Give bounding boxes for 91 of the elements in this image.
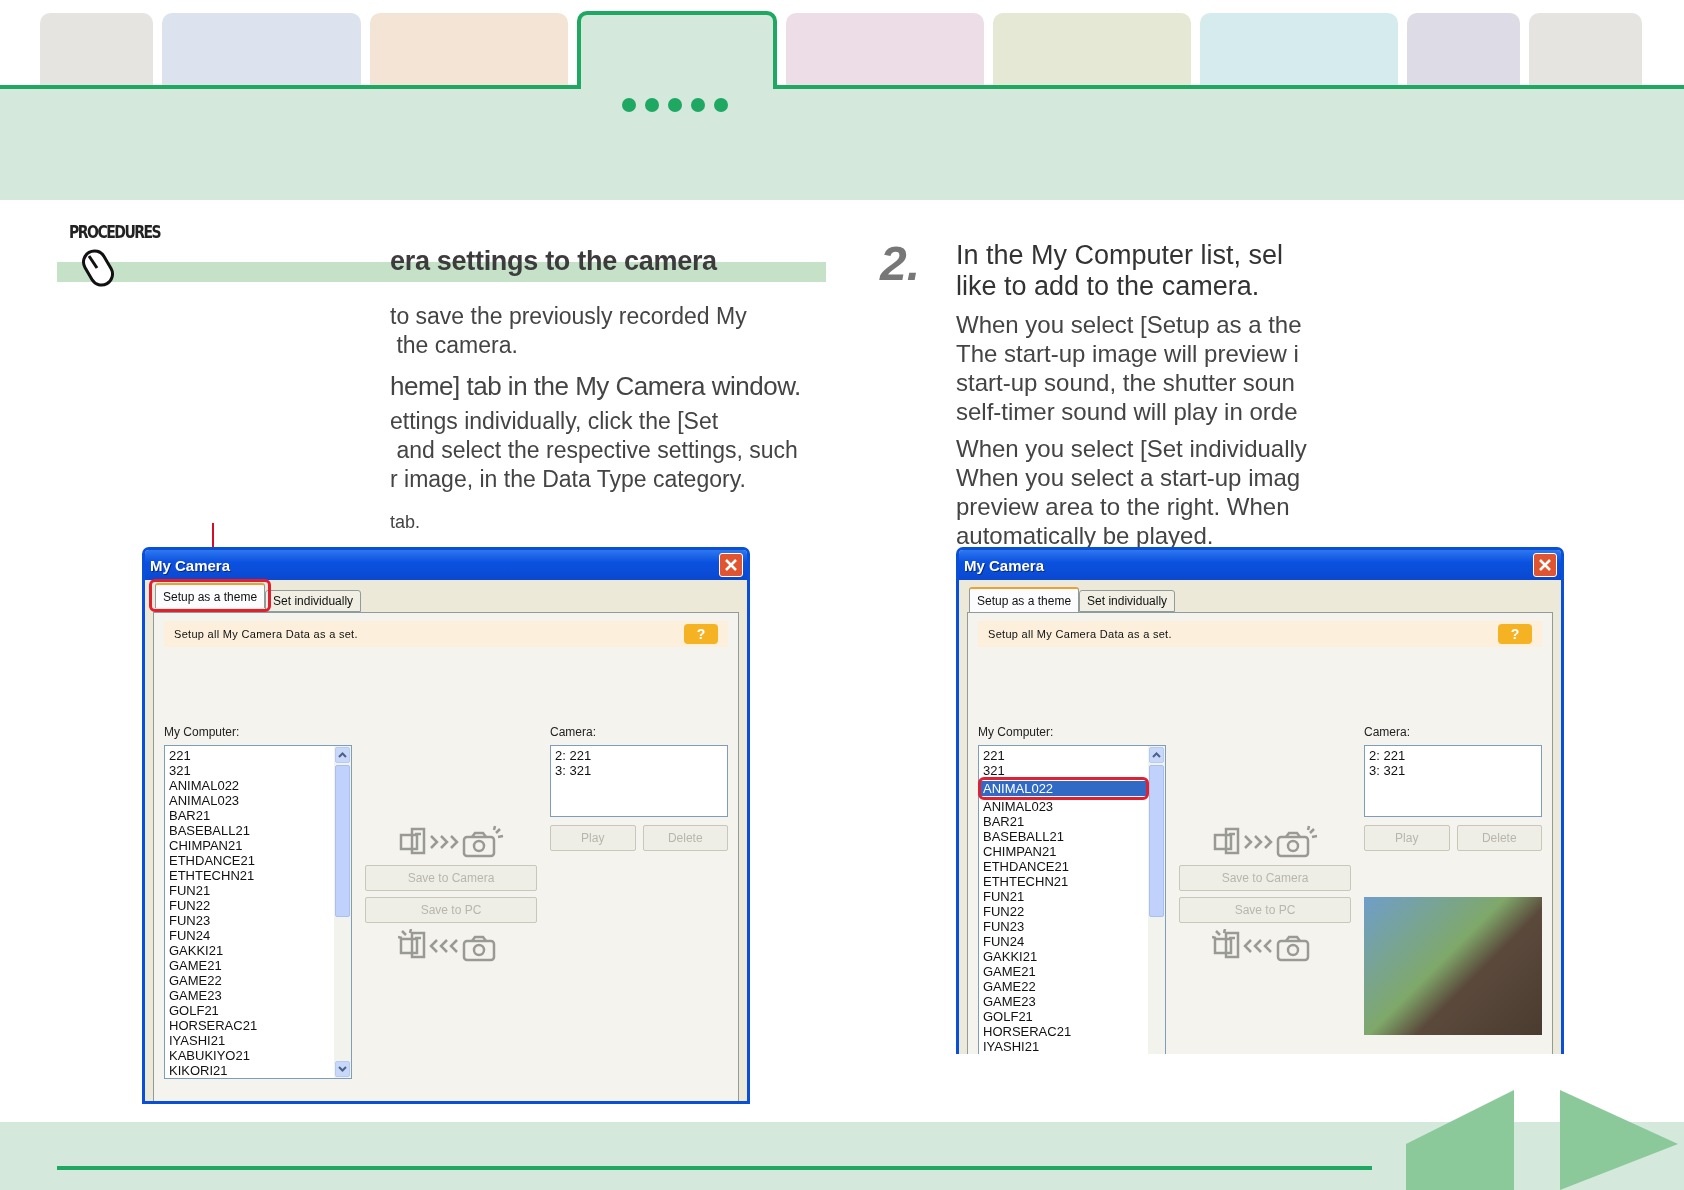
info-text: Setup all My Camera Data as a set. xyxy=(174,628,358,640)
page-dots-icon xyxy=(621,97,731,113)
nav-tab[interactable] xyxy=(786,13,984,85)
nav-tab[interactable] xyxy=(577,11,777,89)
nav-tab[interactable] xyxy=(993,13,1191,85)
list-item[interactable]: GAKKI21 xyxy=(981,949,1146,964)
step-number: 2. xyxy=(880,240,922,292)
list-item[interactable]: GAME23 xyxy=(981,994,1146,1009)
nav-tab[interactable] xyxy=(1407,13,1520,85)
nav-tab[interactable] xyxy=(1529,13,1642,85)
list-item[interactable]: ETHTECHN21 xyxy=(981,874,1146,889)
scrollbar[interactable] xyxy=(1148,746,1165,1054)
list-item[interactable]: 321 xyxy=(167,763,332,778)
nav-tab[interactable] xyxy=(40,13,153,85)
list-item[interactable]: FUN23 xyxy=(981,919,1146,934)
list-item[interactable]: FUN21 xyxy=(981,889,1146,904)
list-item[interactable]: CHIMPAN21 xyxy=(981,844,1146,859)
list-item[interactable]: KABUKIYO21 xyxy=(167,1048,332,1063)
list-item[interactable]: GOLF21 xyxy=(981,1009,1146,1024)
list-label: My Computer: xyxy=(164,725,241,739)
close-button[interactable] xyxy=(1533,553,1557,577)
list-item[interactable]: 2: 221 xyxy=(555,748,723,763)
list-item[interactable]: ANIMAL022 xyxy=(981,781,1146,796)
list-item[interactable]: GOLF21 xyxy=(167,1003,332,1018)
tab[interactable]: Setup as a theme xyxy=(155,583,266,608)
list-item[interactable]: 3: 321 xyxy=(1369,763,1537,778)
chevron-up-icon xyxy=(1152,752,1161,758)
list-item[interactable]: ANIMAL022 xyxy=(167,778,332,793)
step-title: In the My Computer list, sel like to add to the camera. xyxy=(956,240,1285,302)
list-item[interactable]: GAME21 xyxy=(981,964,1146,979)
list-item[interactable]: HORSERAC21 xyxy=(167,1018,332,1033)
list-item[interactable]: ETHDANCE21 xyxy=(167,853,332,868)
list-label: My Computer: xyxy=(978,725,1055,739)
list-item[interactable]: 221 xyxy=(167,748,332,763)
list-item[interactable]: FUN24 xyxy=(167,928,332,943)
close-icon xyxy=(1538,558,1552,572)
list-item[interactable]: FUN23 xyxy=(167,913,332,928)
step-text: When you select [Setup as a the The start-up image will preview i start-up sound, the shutter soun self-timer sound will play in orde xyxy=(956,310,1303,426)
list-item[interactable]: GAME22 xyxy=(167,973,332,988)
nav-tab[interactable] xyxy=(370,13,568,85)
list-item[interactable]: FUN22 xyxy=(981,904,1146,919)
scrollbar[interactable] xyxy=(334,746,351,1078)
list-item[interactable]: 2: 221 xyxy=(1369,748,1537,763)
chevron-up-icon xyxy=(338,752,347,758)
list-item[interactable]: ETHDANCE21 xyxy=(981,859,1146,874)
nav-tab[interactable] xyxy=(162,13,361,85)
list-item[interactable]: 221 xyxy=(981,748,1146,763)
window-title: My Camera xyxy=(150,556,231,574)
scroll-up-button[interactable] xyxy=(335,747,350,763)
chevron-down-icon xyxy=(338,1066,347,1072)
list-item[interactable]: BAR21 xyxy=(167,808,332,823)
step-title: heme] tab in the My Camera window. xyxy=(390,372,802,401)
list-item[interactable]: BAR21 xyxy=(981,814,1146,829)
computer-to-camera-icon xyxy=(398,825,504,859)
list-item[interactable]: ANIMAL023 xyxy=(981,799,1146,814)
nav-tab[interactable] xyxy=(1200,13,1398,85)
list-item[interactable]: HORSERAC21 xyxy=(981,1024,1146,1039)
scroll-down-button[interactable] xyxy=(335,1061,350,1077)
list-item[interactable]: GAME23 xyxy=(167,988,332,1003)
list-label: Camera: xyxy=(1364,725,1411,739)
list-item[interactable]: GAKKI21 xyxy=(167,943,332,958)
list-item[interactable]: ANIMAL023 xyxy=(167,793,332,808)
intro-text: to save the previously recorded My the camera. xyxy=(390,302,748,360)
tab[interactable]: Set individually xyxy=(265,590,362,612)
list-item[interactable]: CHIMPAN21 xyxy=(167,838,332,853)
list-item[interactable]: BASEBALL21 xyxy=(167,823,332,838)
step-text: ettings individually, click the [Set and select the respective settings, such r image, in the Data Type category. xyxy=(390,407,799,494)
list-item[interactable]: FUN22 xyxy=(167,898,332,913)
list-item[interactable]: BASEBALL21 xyxy=(981,829,1146,844)
list-item[interactable]: 3: 321 xyxy=(555,763,723,778)
list-item[interactable]: FUN24 xyxy=(981,934,1146,949)
close-icon xyxy=(724,558,738,572)
list-item[interactable]: KIKORI21 xyxy=(167,1063,332,1078)
list-item[interactable]: IYASHI21 xyxy=(981,1039,1146,1054)
list-item[interactable]: IYASHI21 xyxy=(167,1033,332,1048)
tab[interactable]: Set individually xyxy=(1079,590,1176,612)
list-item[interactable]: GAME21 xyxy=(167,958,332,973)
info-text: Setup all My Camera Data as a set. xyxy=(988,628,1172,640)
section-label: PROCEDURES xyxy=(69,222,161,242)
scroll-up-button[interactable] xyxy=(1149,747,1164,763)
list-item[interactable]: FUN21 xyxy=(167,883,332,898)
list-item[interactable]: GAME22 xyxy=(981,979,1146,994)
list-item[interactable]: 321 xyxy=(981,763,1146,778)
computer-to-camera-icon xyxy=(1212,825,1318,859)
window-title: My Camera xyxy=(964,556,1045,574)
step-text: When you select [Set individually When you select a start-up imag preview area to the right. When automatically be played. xyxy=(956,434,1307,550)
list-label: Camera: xyxy=(550,725,597,739)
note-text: tab. xyxy=(390,511,422,534)
tab[interactable]: Setup as a theme xyxy=(969,587,1080,612)
close-button[interactable] xyxy=(719,553,743,577)
list-item[interactable]: ETHTECHN21 xyxy=(167,868,332,883)
